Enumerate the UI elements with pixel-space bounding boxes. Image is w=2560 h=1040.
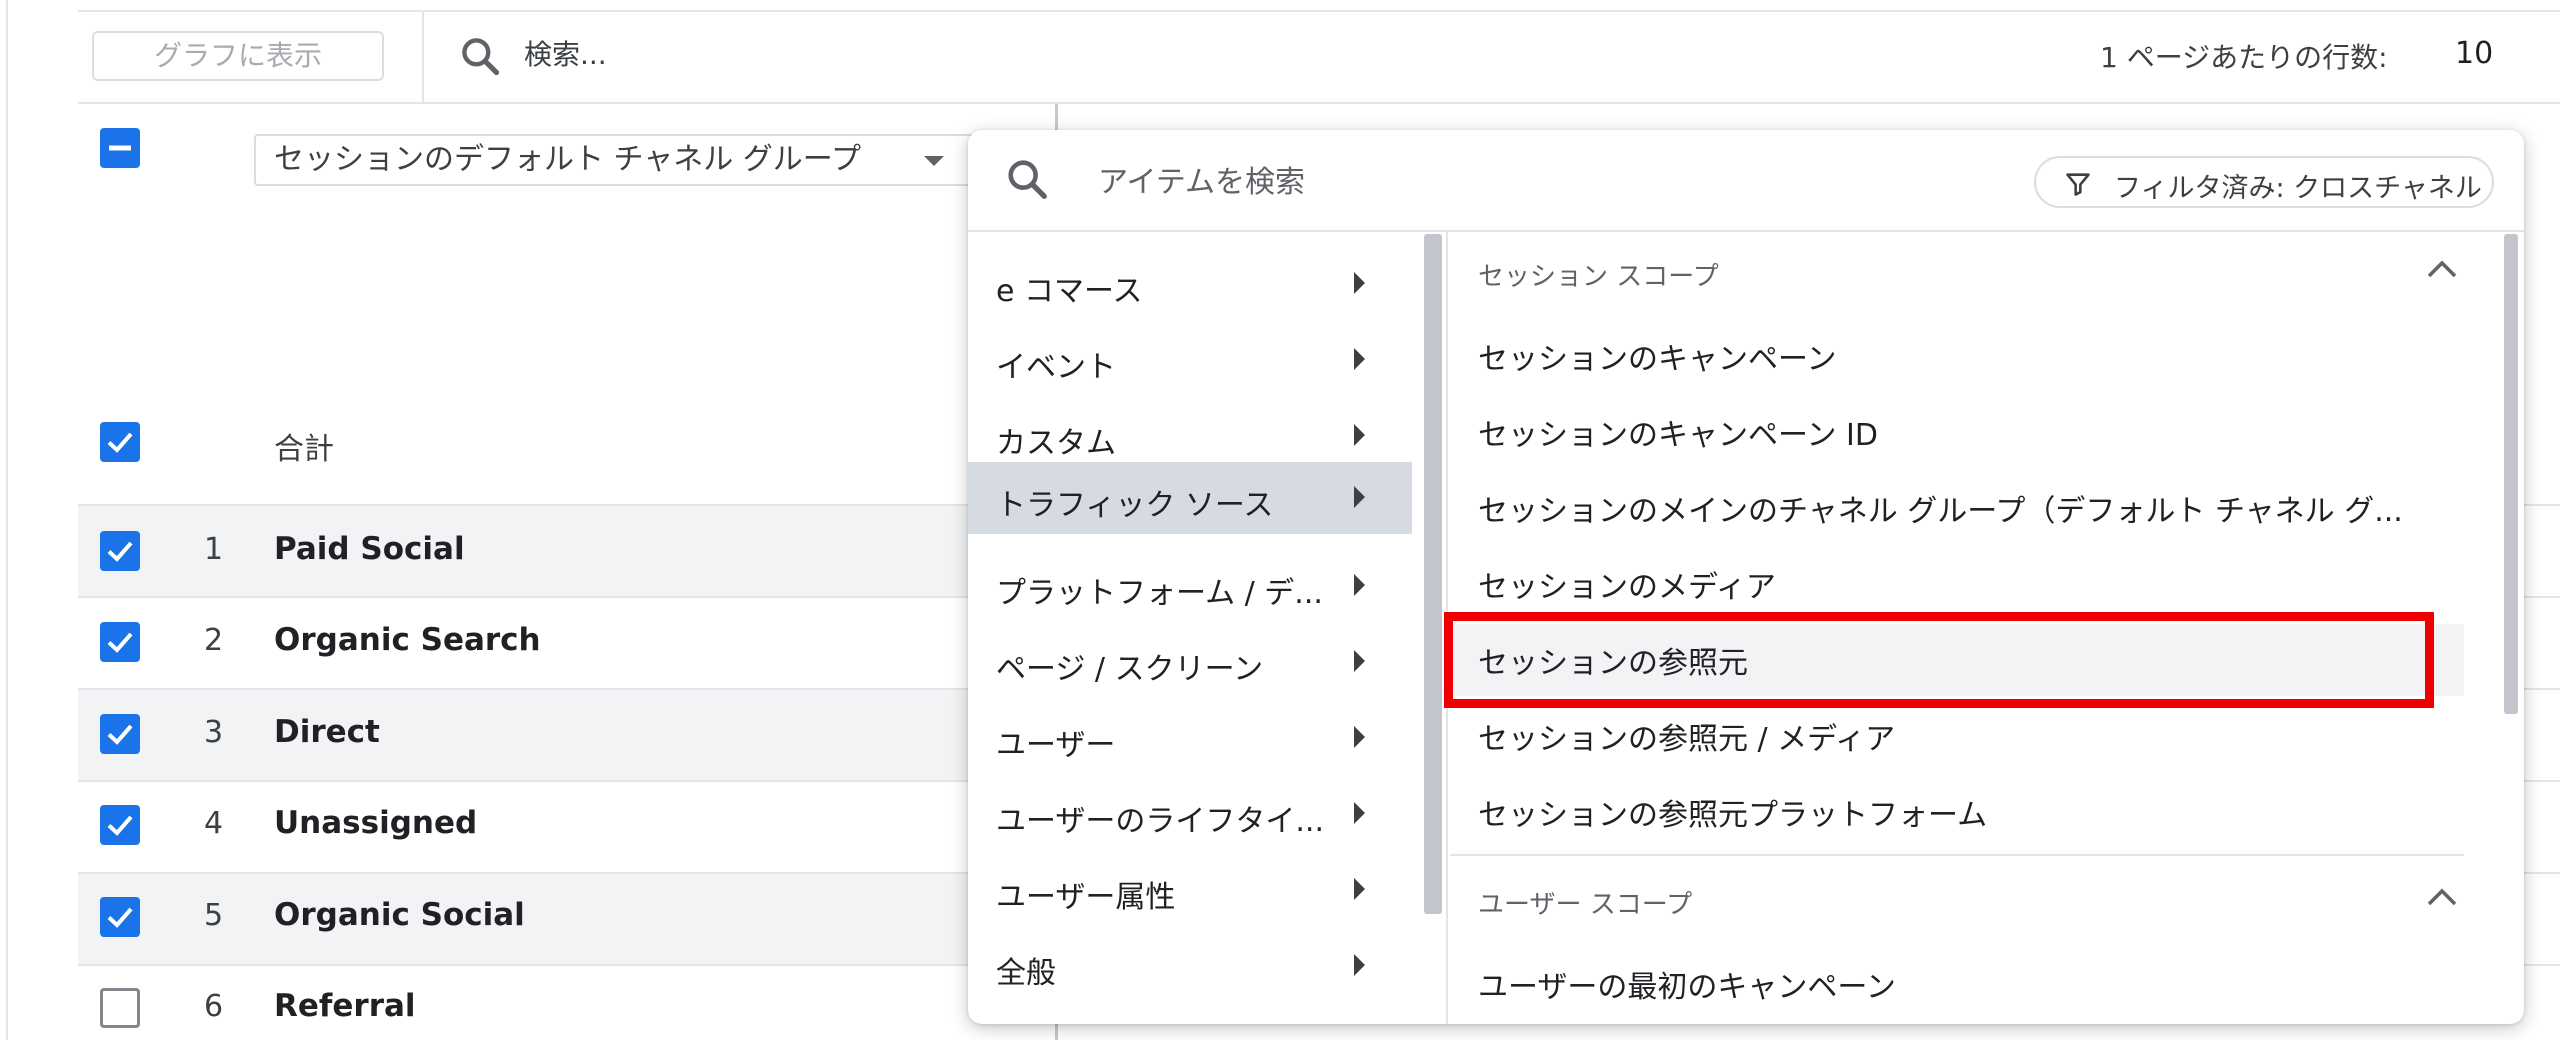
category-label: ユーザーのライフタイ... bbox=[996, 804, 1325, 839]
category-item[interactable]: 地域 bbox=[968, 1006, 1412, 1024]
checkmark-icon bbox=[107, 907, 133, 928]
user-scope-title: ユーザー スコープ bbox=[1478, 890, 1693, 920]
dimension-item[interactable]: セッションの参照元プラットフォーム bbox=[1478, 790, 1987, 834]
annotation-highlight-box bbox=[1444, 612, 2434, 708]
indeterminate-icon bbox=[109, 145, 131, 151]
submenu-arrow-icon bbox=[1354, 726, 1365, 748]
category-item[interactable]: ユーザー bbox=[968, 702, 1412, 776]
search-icon bbox=[1008, 160, 1047, 199]
category-scrollbar[interactable] bbox=[1424, 234, 1442, 914]
row-index: 4 bbox=[204, 806, 224, 841]
submenu-arrow-icon bbox=[1354, 878, 1365, 900]
dimension-item[interactable]: セッションの参照元 / メディア bbox=[1478, 714, 1895, 758]
submenu-arrow-icon bbox=[1354, 954, 1365, 976]
category-item-traffic-source[interactable]: トラフィック ソース bbox=[968, 462, 1412, 534]
submenu-arrow-icon bbox=[1354, 424, 1365, 446]
submenu-arrow-icon bbox=[1354, 574, 1365, 596]
table-row[interactable] bbox=[78, 690, 1058, 780]
chevron-up-icon[interactable] bbox=[2424, 886, 2460, 908]
category-label: ページ / スクリーン bbox=[996, 652, 1264, 687]
toolbar-divider bbox=[422, 12, 424, 102]
row-label: Organic Social bbox=[274, 897, 525, 933]
category-label: ユーザー属性 bbox=[996, 880, 1176, 915]
checkmark-icon bbox=[107, 541, 133, 562]
category-item[interactable]: イベント bbox=[968, 324, 1412, 398]
chevron-up-icon[interactable] bbox=[2424, 258, 2460, 280]
category-label: プラットフォーム / デ... bbox=[996, 576, 1323, 611]
dimension-item[interactable]: セッションのメディア bbox=[1478, 562, 1776, 606]
submenu-arrow-icon bbox=[1354, 650, 1365, 672]
row-checkbox[interactable] bbox=[100, 531, 140, 571]
total-checkbox[interactable] bbox=[100, 422, 140, 462]
filter-chip-label: フィルタ済み: クロスチャネル bbox=[2114, 173, 2482, 204]
row-label: Unassigned bbox=[274, 805, 478, 841]
cross-channel-filter-chip[interactable]: フィルタ済み: クロスチャネル bbox=[2034, 156, 2494, 208]
checkmark-icon bbox=[107, 815, 133, 836]
item-search-input[interactable] bbox=[1098, 154, 1698, 210]
category-label: e コマース bbox=[996, 274, 1143, 309]
category-item[interactable]: 全般 bbox=[968, 930, 1412, 1004]
dimension-item[interactable]: セッションのキャンペーン bbox=[1478, 334, 1837, 378]
dimension-item[interactable]: ユーザーの最初のキャンペーン bbox=[1478, 962, 1896, 1006]
category-label: イベント bbox=[996, 350, 1116, 385]
category-item[interactable]: ページ / スクリーン bbox=[968, 626, 1412, 700]
rows-per-page-label: 1 ページあたりの行数: bbox=[2100, 41, 2388, 74]
row-index: 1 bbox=[204, 532, 224, 567]
row-index: 5 bbox=[204, 898, 224, 933]
submenu-arrow-icon bbox=[1354, 272, 1365, 294]
category-item[interactable]: e コマース bbox=[968, 248, 1412, 322]
dropdown-caret-icon bbox=[924, 156, 944, 166]
checkmark-icon bbox=[107, 632, 133, 653]
dimension-picker-panel: フィルタ済み: クロスチャネル e コマース イベント カスタム トラフィック … bbox=[968, 130, 2524, 1024]
checkmark-icon bbox=[107, 724, 133, 745]
top-border bbox=[78, 10, 2560, 12]
row-checkbox[interactable] bbox=[100, 622, 140, 662]
show-in-chart-button[interactable]: グラフに表示 bbox=[92, 31, 384, 81]
dimension-list-scrollbar[interactable] bbox=[2504, 234, 2518, 714]
filter-icon bbox=[2066, 173, 2090, 196]
total-label: 合計 bbox=[274, 432, 334, 467]
left-border bbox=[6, 0, 8, 1040]
row-label: Direct bbox=[274, 714, 380, 750]
category-label: カスタム bbox=[996, 426, 1116, 461]
dimension-select-value: セッションのデフォルト チャネル グループ bbox=[274, 142, 861, 177]
submenu-arrow-icon bbox=[1354, 486, 1365, 508]
submenu-arrow-icon bbox=[1354, 802, 1365, 824]
rows-per-page-select[interactable]: 10 bbox=[2455, 36, 2493, 71]
category-label: ユーザー bbox=[996, 728, 1116, 763]
category-item[interactable]: ユーザーのライフタイ... bbox=[968, 778, 1412, 852]
dimension-select[interactable]: セッションのデフォルト チャネル グループ bbox=[254, 134, 974, 186]
search-icon[interactable] bbox=[458, 34, 502, 78]
row-checkbox[interactable] bbox=[100, 897, 140, 937]
section-divider bbox=[1450, 854, 2464, 856]
row-index: 3 bbox=[204, 715, 224, 750]
row-checkbox[interactable] bbox=[100, 714, 140, 754]
row-label: Referral bbox=[274, 988, 416, 1024]
table-search-input[interactable] bbox=[524, 28, 1024, 80]
category-item[interactable]: ユーザー属性 bbox=[968, 854, 1412, 928]
panel-header-rule bbox=[968, 230, 2524, 232]
row-index: 2 bbox=[204, 623, 224, 658]
submenu-arrow-icon bbox=[1354, 348, 1365, 370]
row-checkbox[interactable] bbox=[100, 988, 140, 1028]
session-scope-title: セッション スコープ bbox=[1478, 262, 1719, 292]
table-row[interactable] bbox=[78, 874, 1058, 964]
dimension-item[interactable]: セッションのメインのチャネル グループ（デフォルト チャネル グ... bbox=[1478, 486, 2403, 530]
toolbar-bottom-rule bbox=[78, 102, 2560, 104]
select-all-checkbox[interactable] bbox=[100, 128, 140, 168]
category-item[interactable]: プラットフォーム / デ... bbox=[968, 550, 1412, 624]
row-label: Paid Social bbox=[274, 531, 465, 567]
checkmark-icon bbox=[107, 432, 133, 453]
category-label: トラフィック ソース bbox=[996, 488, 1274, 523]
dimension-item[interactable]: セッションのキャンペーン ID bbox=[1478, 410, 1878, 454]
row-index: 6 bbox=[204, 989, 224, 1024]
table-row[interactable] bbox=[78, 506, 1058, 596]
row-label: Organic Search bbox=[274, 622, 541, 658]
category-label: 全般 bbox=[996, 956, 1056, 991]
row-checkbox[interactable] bbox=[100, 805, 140, 845]
